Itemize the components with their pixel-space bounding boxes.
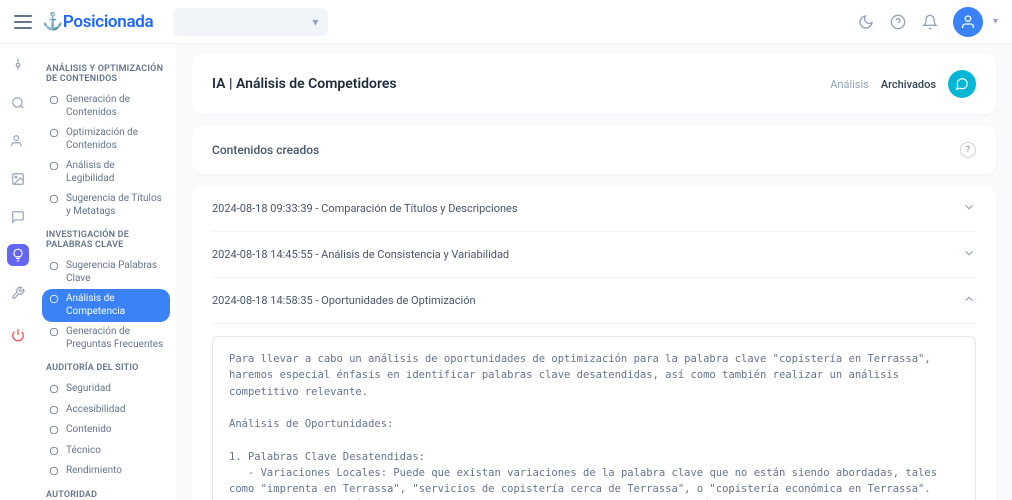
doc-icon (48, 128, 60, 138)
sidebar: ANÁLISIS Y OPTIMIZACIÓN DE CONTENIDOS Gen… (36, 44, 176, 500)
site-selector[interactable]: ▾ (173, 8, 328, 36)
icon-rail (0, 44, 36, 500)
accordion-title: 2024-08-18 14:45:55 - Análisis de Consis… (212, 248, 509, 261)
sidebar-item[interactable]: Análisis de Competencia (42, 289, 170, 322)
sidebar-item[interactable]: Contenido (42, 420, 170, 441)
sidebar-item[interactable]: Análisis de Legibilidad (42, 156, 170, 189)
sidebar-item-label: Sugerencia Palabras Clave (66, 260, 164, 285)
sidebar-item-label: Análisis de Legibilidad (66, 160, 164, 185)
rail-chat[interactable] (7, 206, 29, 228)
rail-tools[interactable] (7, 282, 29, 304)
sidebar-item-label: Seguridad (66, 383, 111, 396)
sidebar-group-title: AUTORIDAD (46, 490, 166, 500)
sidebar-item-label: Generación de Preguntas Frecuentes (66, 326, 164, 351)
sidebar-item-label: Generación de Contenidos (66, 94, 164, 119)
rail-logout[interactable] (7, 324, 29, 346)
chevron-down-icon (962, 246, 976, 263)
section-header: Contenidos creados ? (192, 126, 996, 174)
rail-image[interactable] (7, 168, 29, 190)
rail-ai[interactable] (7, 244, 29, 266)
tab-archivados[interactable]: Archivados (881, 78, 936, 91)
sidebar-item[interactable]: Técnico (42, 441, 170, 462)
code-icon (48, 446, 60, 456)
doc-icon (48, 95, 60, 105)
content-icon (48, 425, 60, 435)
help-icon[interactable]: ? (960, 142, 976, 158)
search-icon (48, 261, 60, 271)
user-avatar[interactable] (953, 7, 983, 37)
sidebar-item-label: Sugerencia de Títulos y Metatags (66, 193, 164, 218)
chat-fab-button[interactable] (948, 70, 976, 98)
sidebar-item[interactable]: Seguridad (42, 379, 170, 400)
top-actions: ▾ (857, 7, 998, 37)
main-content: IA | Análisis de Competidores Análisis A… (176, 44, 1012, 500)
chevron-down-icon: ▾ (993, 16, 998, 27)
sidebar-item[interactable]: Generación de Contenidos (42, 90, 170, 123)
sidebar-group-title: ANÁLISIS Y OPTIMIZACIÓN DE CONTENIDOS (46, 64, 166, 84)
sidebar-item-label: Análisis de Competencia (66, 293, 164, 318)
accordion: 2024-08-18 09:33:39 - Comparación de Tít… (192, 186, 996, 500)
menu-toggle-button[interactable] (14, 15, 32, 29)
sidebar-item-label: Técnico (66, 445, 101, 458)
analysis-text: Para llevar a cabo un análisis de oportu… (212, 336, 976, 500)
tab-analisis[interactable]: Análisis (830, 78, 869, 91)
doc-icon (48, 161, 60, 171)
shield-icon (48, 384, 60, 394)
top-bar: ⚓Posicionada ▾ ▾ (0, 0, 1012, 44)
access-icon (48, 405, 60, 415)
chevron-up-icon (962, 292, 976, 309)
accordion-row[interactable]: 2024-08-18 09:33:39 - Comparación de Tít… (212, 186, 976, 232)
sidebar-item[interactable]: Sugerencia de Títulos y Metatags (42, 189, 170, 222)
page-header: IA | Análisis de Competidores Análisis A… (192, 54, 996, 114)
accordion-row[interactable]: 2024-08-18 14:45:55 - Análisis de Consis… (212, 232, 976, 278)
target-icon (48, 294, 60, 304)
rail-search[interactable] (7, 92, 29, 114)
notifications-button[interactable] (921, 13, 939, 31)
brand-logo: ⚓Posicionada (42, 12, 153, 32)
sidebar-item-label: Optimización de Contenidos (66, 127, 164, 152)
question-icon (48, 327, 60, 337)
sidebar-item-label: Accesibilidad (66, 404, 126, 417)
sidebar-item[interactable]: Sugerencia Palabras Clave (42, 256, 170, 289)
accordion-title: 2024-08-18 09:33:39 - Comparación de Tít… (212, 202, 518, 215)
gauge-icon (48, 466, 60, 476)
chevron-down-icon (962, 200, 976, 217)
tag-icon (48, 194, 60, 204)
sidebar-group-title: INVESTIGACIÓN DE PALABRAS CLAVE (46, 230, 166, 250)
accordion-title: 2024-08-18 14:58:35 - Oportunidades de O… (212, 294, 476, 307)
section-title-text: Contenidos creados (212, 143, 319, 157)
sidebar-item[interactable]: Optimización de Contenidos (42, 123, 170, 156)
theme-toggle-button[interactable] (857, 13, 875, 31)
sidebar-item[interactable]: Generación de Preguntas Frecuentes (42, 322, 170, 355)
sidebar-group-title: AUDITORÍA DEL SITIO (46, 363, 166, 373)
help-button[interactable] (889, 13, 907, 31)
accordion-content: Para llevar a cabo un análisis de oportu… (212, 324, 976, 500)
sidebar-item[interactable]: Rendimiento (42, 461, 170, 482)
chevron-down-icon: ▾ (312, 15, 318, 29)
rail-dashboard[interactable] (7, 54, 29, 76)
rail-users[interactable] (7, 130, 29, 152)
brand-text: Posicionada (63, 12, 154, 32)
sidebar-item[interactable]: Accesibilidad (42, 400, 170, 421)
sidebar-item-label: Rendimiento (66, 465, 122, 478)
sidebar-item-label: Contenido (66, 424, 112, 437)
page-title: IA | Análisis de Competidores (212, 76, 397, 92)
accordion-row[interactable]: 2024-08-18 14:58:35 - Oportunidades de O… (212, 278, 976, 324)
